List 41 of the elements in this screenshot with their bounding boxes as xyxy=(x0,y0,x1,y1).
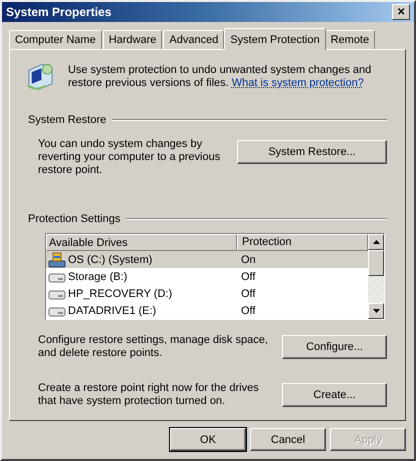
drive-icon xyxy=(48,270,66,282)
dialog-button[interactable]: Cancel xyxy=(250,428,326,451)
description-text: You can undo system changes by reverting your computer to a previous restore point. xyxy=(38,138,222,177)
protection-status: Off xyxy=(240,270,256,282)
column-header[interactable]: Protection xyxy=(237,234,368,251)
drive-row[interactable]: HP_RECOVERY (D:) Off xyxy=(46,285,368,302)
create-button[interactable]: Create... xyxy=(282,383,387,407)
description-text: Create a restore point right now for the drives that have system protection turned on. xyxy=(38,382,260,408)
up-arrow-icon xyxy=(372,240,380,244)
system-restore-button[interactable]: System Restore... xyxy=(237,140,387,164)
configure-button[interactable]: Configure... xyxy=(282,335,387,359)
down-arrow-icon xyxy=(372,309,380,313)
drive-row[interactable]: DATADRIVE1 (E:) Off xyxy=(46,302,368,319)
tab[interactable]: Remote xyxy=(324,30,376,49)
window-title: System Properties xyxy=(6,5,112,19)
dialog-button[interactable]: OK xyxy=(170,428,246,451)
drive-name: HP_RECOVERY (D:) xyxy=(68,288,172,300)
protection-status: Off xyxy=(240,288,256,300)
close-button[interactable]: ✕ xyxy=(392,4,410,20)
help-link[interactable]: What is system protection? xyxy=(232,77,364,89)
intro-text: Use system protection to undo unwanted system changes and restore previous versions of files. What is system protection? xyxy=(68,64,372,90)
tab[interactable]: System Protection xyxy=(224,28,326,50)
drive-row[interactable]: OS (C:) (System) On xyxy=(46,251,368,268)
tab[interactable]: Hardware xyxy=(102,30,162,49)
tab[interactable]: Advanced xyxy=(163,30,224,49)
section-heading: Protection Settings xyxy=(28,213,120,225)
drive-row[interactable]: Storage (B:) Off xyxy=(46,268,368,285)
scroll-thumb[interactable] xyxy=(368,250,384,276)
drive-name: Storage (B:) xyxy=(68,270,128,282)
scrollbar[interactable] xyxy=(368,234,384,319)
protection-status: Off xyxy=(240,304,256,316)
description-text: Configure restore settings, manage disk space, and delete restore points. xyxy=(38,334,268,360)
drive-name: OS (C:) (System) xyxy=(68,254,152,266)
drive-name: DATADRIVE1 (E:) xyxy=(68,304,156,316)
tab[interactable]: Computer Name xyxy=(9,30,102,49)
column-header[interactable]: Available Drives xyxy=(46,234,237,251)
section-heading: System Restore xyxy=(28,114,106,126)
drive-icon xyxy=(48,288,66,300)
protection-status: On xyxy=(240,254,256,266)
system-drive-icon xyxy=(48,252,66,268)
drive-icon xyxy=(48,304,66,316)
